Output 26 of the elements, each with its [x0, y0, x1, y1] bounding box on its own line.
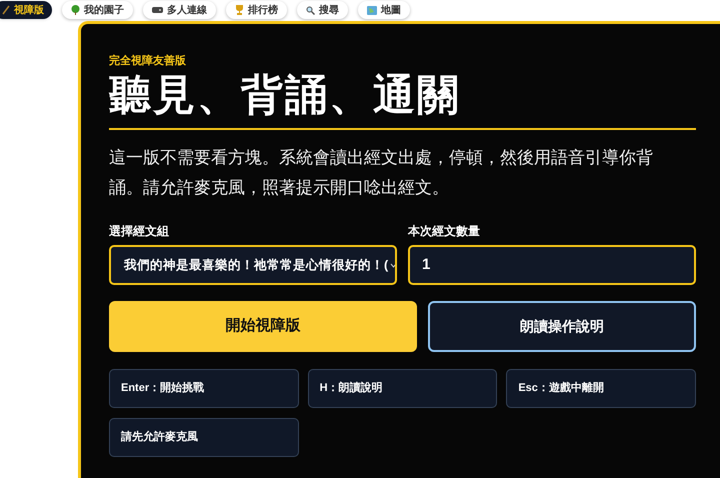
- field-label: 選擇經文組: [109, 223, 170, 239]
- nav-tab[interactable]: 視障版: [0, 1, 52, 19]
- nav-tab[interactable]: 地圖: [358, 1, 410, 19]
- nav-tab[interactable]: 我的園子: [62, 1, 133, 19]
- search-icon: [306, 6, 315, 14]
- slash-icon: [2, 5, 10, 15]
- count-field[interactable]: 1: [408, 245, 696, 285]
- eyebrow-text: 完全視障友善版: [109, 54, 187, 68]
- nav-tab[interactable]: 排行榜: [226, 1, 287, 19]
- hint-card: 請先允許麥克風: [109, 418, 299, 457]
- nav-tab[interactable]: 搜尋: [297, 1, 348, 19]
- field-label: 本次經文數量: [408, 223, 481, 239]
- chevron-down-icon: [390, 262, 395, 268]
- page-title: 聽見、背誦、通關: [109, 70, 462, 120]
- nav-tab[interactable]: 多人連線: [143, 1, 216, 19]
- hint-card: Enter：開始挑戰: [109, 369, 299, 408]
- hint-card: Esc：遊戲中離開: [506, 369, 696, 408]
- read-instructions-button[interactable]: 朗讀操作說明: [428, 301, 696, 352]
- hint-card: H：朗讀說明: [308, 369, 498, 408]
- group-select[interactable]: 我們的神是最喜樂的！祂常常是心情很好的！(: [109, 245, 397, 285]
- map-icon: [367, 6, 377, 14]
- start-button[interactable]: 開始視障版: [109, 301, 417, 352]
- gamepad-icon: [152, 6, 163, 14]
- description-text: 這一版不需要看方塊。系統會讀出經文出處，停頓，然後用語音引導你背誦。請允許麥克風，照著提示開口唸出經文。: [109, 147, 654, 199]
- trophy-icon: [235, 5, 244, 15]
- tree-icon: [71, 5, 80, 15]
